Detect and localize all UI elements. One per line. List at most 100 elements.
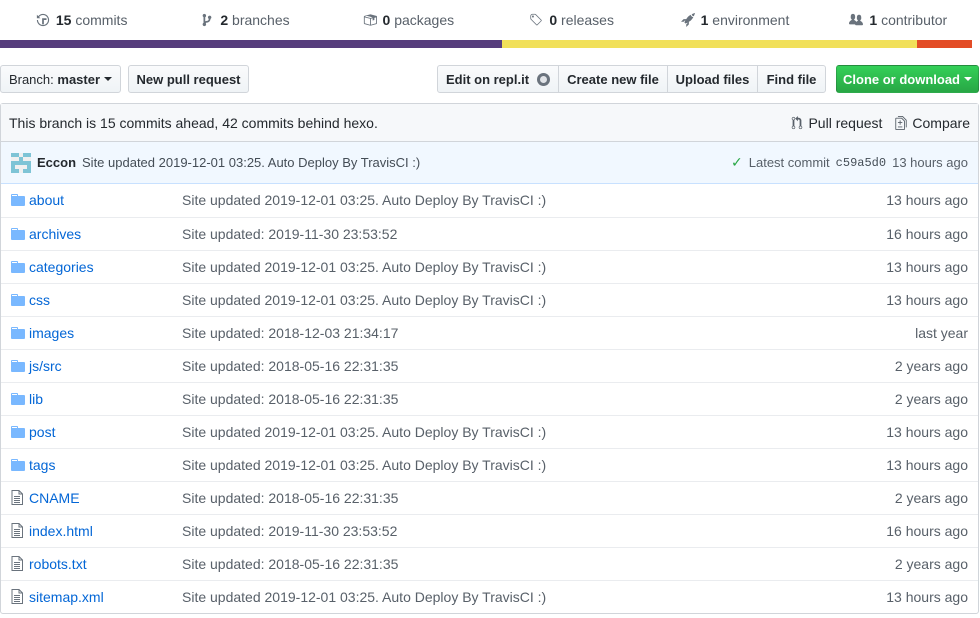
table-row: robots.txt Site updated: 2018-05-16 22:31… (1, 547, 978, 580)
row-icon-cell (1, 349, 29, 382)
file-link[interactable]: CNAME (29, 490, 80, 506)
commit-age: 13 hours ago (886, 456, 968, 473)
branch-select-label: Branch: (8, 71, 54, 87)
branch-select-button[interactable]: Branch: master (0, 65, 121, 93)
file-link[interactable]: css (29, 292, 50, 308)
folder-icon (11, 425, 25, 438)
create-new-file-button[interactable]: Create new file (558, 65, 668, 93)
language-bar[interactable] (0, 40, 972, 48)
check-icon[interactable]: ✓ (731, 154, 743, 171)
commit-message-link[interactable]: Site updated: 2018-05-16 22:31:35 (182, 391, 398, 407)
environment-label: environment (712, 12, 790, 28)
folder-icon (11, 227, 25, 240)
folder-icon (11, 458, 25, 471)
releases-label: releases (561, 12, 614, 28)
folder-icon (11, 260, 25, 273)
file-link[interactable]: lib (29, 391, 43, 407)
summary-releases[interactable]: 0 releases (490, 12, 653, 28)
row-icon-cell (1, 448, 29, 481)
compare-link[interactable]: Compare (894, 115, 970, 131)
row-icon-cell (1, 283, 29, 316)
table-row: js/src Site updated: 2018-05-16 22:31:35 2… (1, 349, 978, 382)
row-icon-cell (1, 316, 29, 349)
commit-message-link[interactable]: Site updated 2019-12-01 03:25. Auto Depl… (182, 259, 546, 275)
row-name-cell: images (29, 316, 182, 349)
commit-message-link[interactable]: Site updated: 2018-05-16 22:31:35 (182, 490, 398, 506)
row-message-cell: Site updated: 2018-05-16 22:31:35 (182, 382, 818, 415)
compare-label: Compare (912, 114, 970, 131)
caret-down-icon (964, 77, 972, 81)
file-link[interactable]: sitemap.xml (29, 589, 104, 605)
history-icon (36, 13, 49, 27)
commits-count: 15 (55, 12, 72, 28)
file-link[interactable]: index.html (29, 523, 93, 539)
branch-icon (202, 13, 212, 27)
row-age-cell: 13 hours ago (818, 448, 978, 481)
row-message-cell: Site updated: 2018-12-03 21:34:17 (182, 316, 818, 349)
commit-message-link[interactable]: Site updated 2019-12-01 03:25. Auto Depl… (182, 457, 546, 473)
commit-message-link[interactable]: Site updated: 2018-12-03 21:34:17 (182, 325, 398, 341)
row-message-cell: Site updated 2019-12-01 03:25. Auto Depl… (182, 250, 818, 283)
language-segment[interactable] (916, 40, 972, 48)
file-link[interactable]: tags (29, 457, 55, 473)
summary-commits[interactable]: 15 commits (0, 12, 163, 28)
row-name-cell: categories (29, 250, 182, 283)
row-message-cell: Site updated: 2018-05-16 22:31:35 (182, 481, 818, 514)
commit-message-link[interactable]: Site updated: 2018-05-16 22:31:35 (182, 556, 398, 572)
commit-age: 13 hours ago (886, 192, 968, 209)
row-name-cell: about (29, 184, 182, 217)
edit-on-replit-button[interactable]: Edit on repl.it (437, 65, 559, 93)
row-age-cell: 16 hours ago (818, 514, 978, 547)
table-row: archives Site updated: 2019-11-30 23:53:5… (1, 217, 978, 250)
commit-message-link[interactable]: Site updated 2019-12-01 03:25. Auto Depl… (182, 589, 546, 605)
row-icon-cell (1, 250, 29, 283)
row-icon-cell (1, 580, 29, 613)
row-name-cell: index.html (29, 514, 182, 547)
folder-icon (11, 392, 25, 405)
file-list: about Site updated 2019-12-01 03:25. Auto… (1, 184, 978, 613)
package-icon (363, 14, 377, 26)
edit-on-replit-label: Edit on repl.it (445, 71, 530, 87)
table-row: about Site updated 2019-12-01 03:25. Auto… (1, 184, 978, 217)
row-age-cell: 13 hours ago (818, 250, 978, 283)
language-segment[interactable] (0, 40, 502, 48)
row-icon-cell (1, 217, 29, 250)
row-name-cell: js/src (29, 349, 182, 382)
file-link[interactable]: robots.txt (29, 556, 87, 572)
pull-request-label: Pull request (808, 114, 883, 131)
file-link[interactable]: post (29, 424, 55, 440)
new-pull-request-button[interactable]: New pull request (128, 65, 249, 93)
file-icon (11, 556, 23, 571)
summary-branches[interactable]: 2 branches (163, 12, 326, 28)
commit-sha[interactable]: c59a5d0 (836, 156, 886, 170)
row-name-cell: lib (29, 382, 182, 415)
commit-message[interactable]: Site updated 2019-12-01 03:25. Auto Depl… (82, 155, 420, 170)
find-file-button[interactable]: Find file (757, 65, 826, 93)
upload-files-button[interactable]: Upload files (667, 65, 758, 93)
clone-or-download-button[interactable]: Clone or download (836, 65, 979, 93)
commit-message-link[interactable]: Site updated: 2019-11-30 23:53:52 (182, 523, 397, 539)
file-link[interactable]: categories (29, 259, 94, 275)
file-link[interactable]: archives (29, 226, 81, 242)
commit-message-link[interactable]: Site updated 2019-12-01 03:25. Auto Depl… (182, 192, 546, 208)
commit-summary: Eccon Site updated 2019-12-01 03:25. Aut… (11, 152, 420, 173)
commit-author[interactable]: Eccon (37, 155, 76, 170)
commit-message-link[interactable]: Site updated: 2018-05-16 22:31:35 (182, 358, 398, 374)
commit-message-link[interactable]: Site updated 2019-12-01 03:25. Auto Depl… (182, 292, 546, 308)
file-link[interactable]: js/src (29, 358, 62, 374)
file-link[interactable]: about (29, 192, 64, 208)
pull-request-link[interactable]: Pull request (790, 115, 882, 131)
summary-environment[interactable]: 1 environment (653, 12, 816, 28)
commit-message-link[interactable]: Site updated: 2019-11-30 23:53:52 (182, 226, 397, 242)
file-link[interactable]: images (29, 325, 74, 341)
summary-contributor[interactable]: 1 contributor (817, 12, 980, 28)
avatar[interactable] (11, 152, 31, 173)
language-segment[interactable] (501, 40, 917, 48)
row-age-cell: 13 hours ago (818, 184, 978, 217)
packages-label: packages (394, 12, 455, 28)
summary-packages[interactable]: 0 packages (327, 12, 490, 28)
table-row: images Site updated: 2018-12-03 21:34:17 l… (1, 316, 978, 349)
file-toolbar: Branch: master New pull request Edit on … (0, 65, 980, 93)
caret-down-icon (104, 77, 113, 81)
commit-message-link[interactable]: Site updated 2019-12-01 03:25. Auto Depl… (182, 424, 546, 440)
